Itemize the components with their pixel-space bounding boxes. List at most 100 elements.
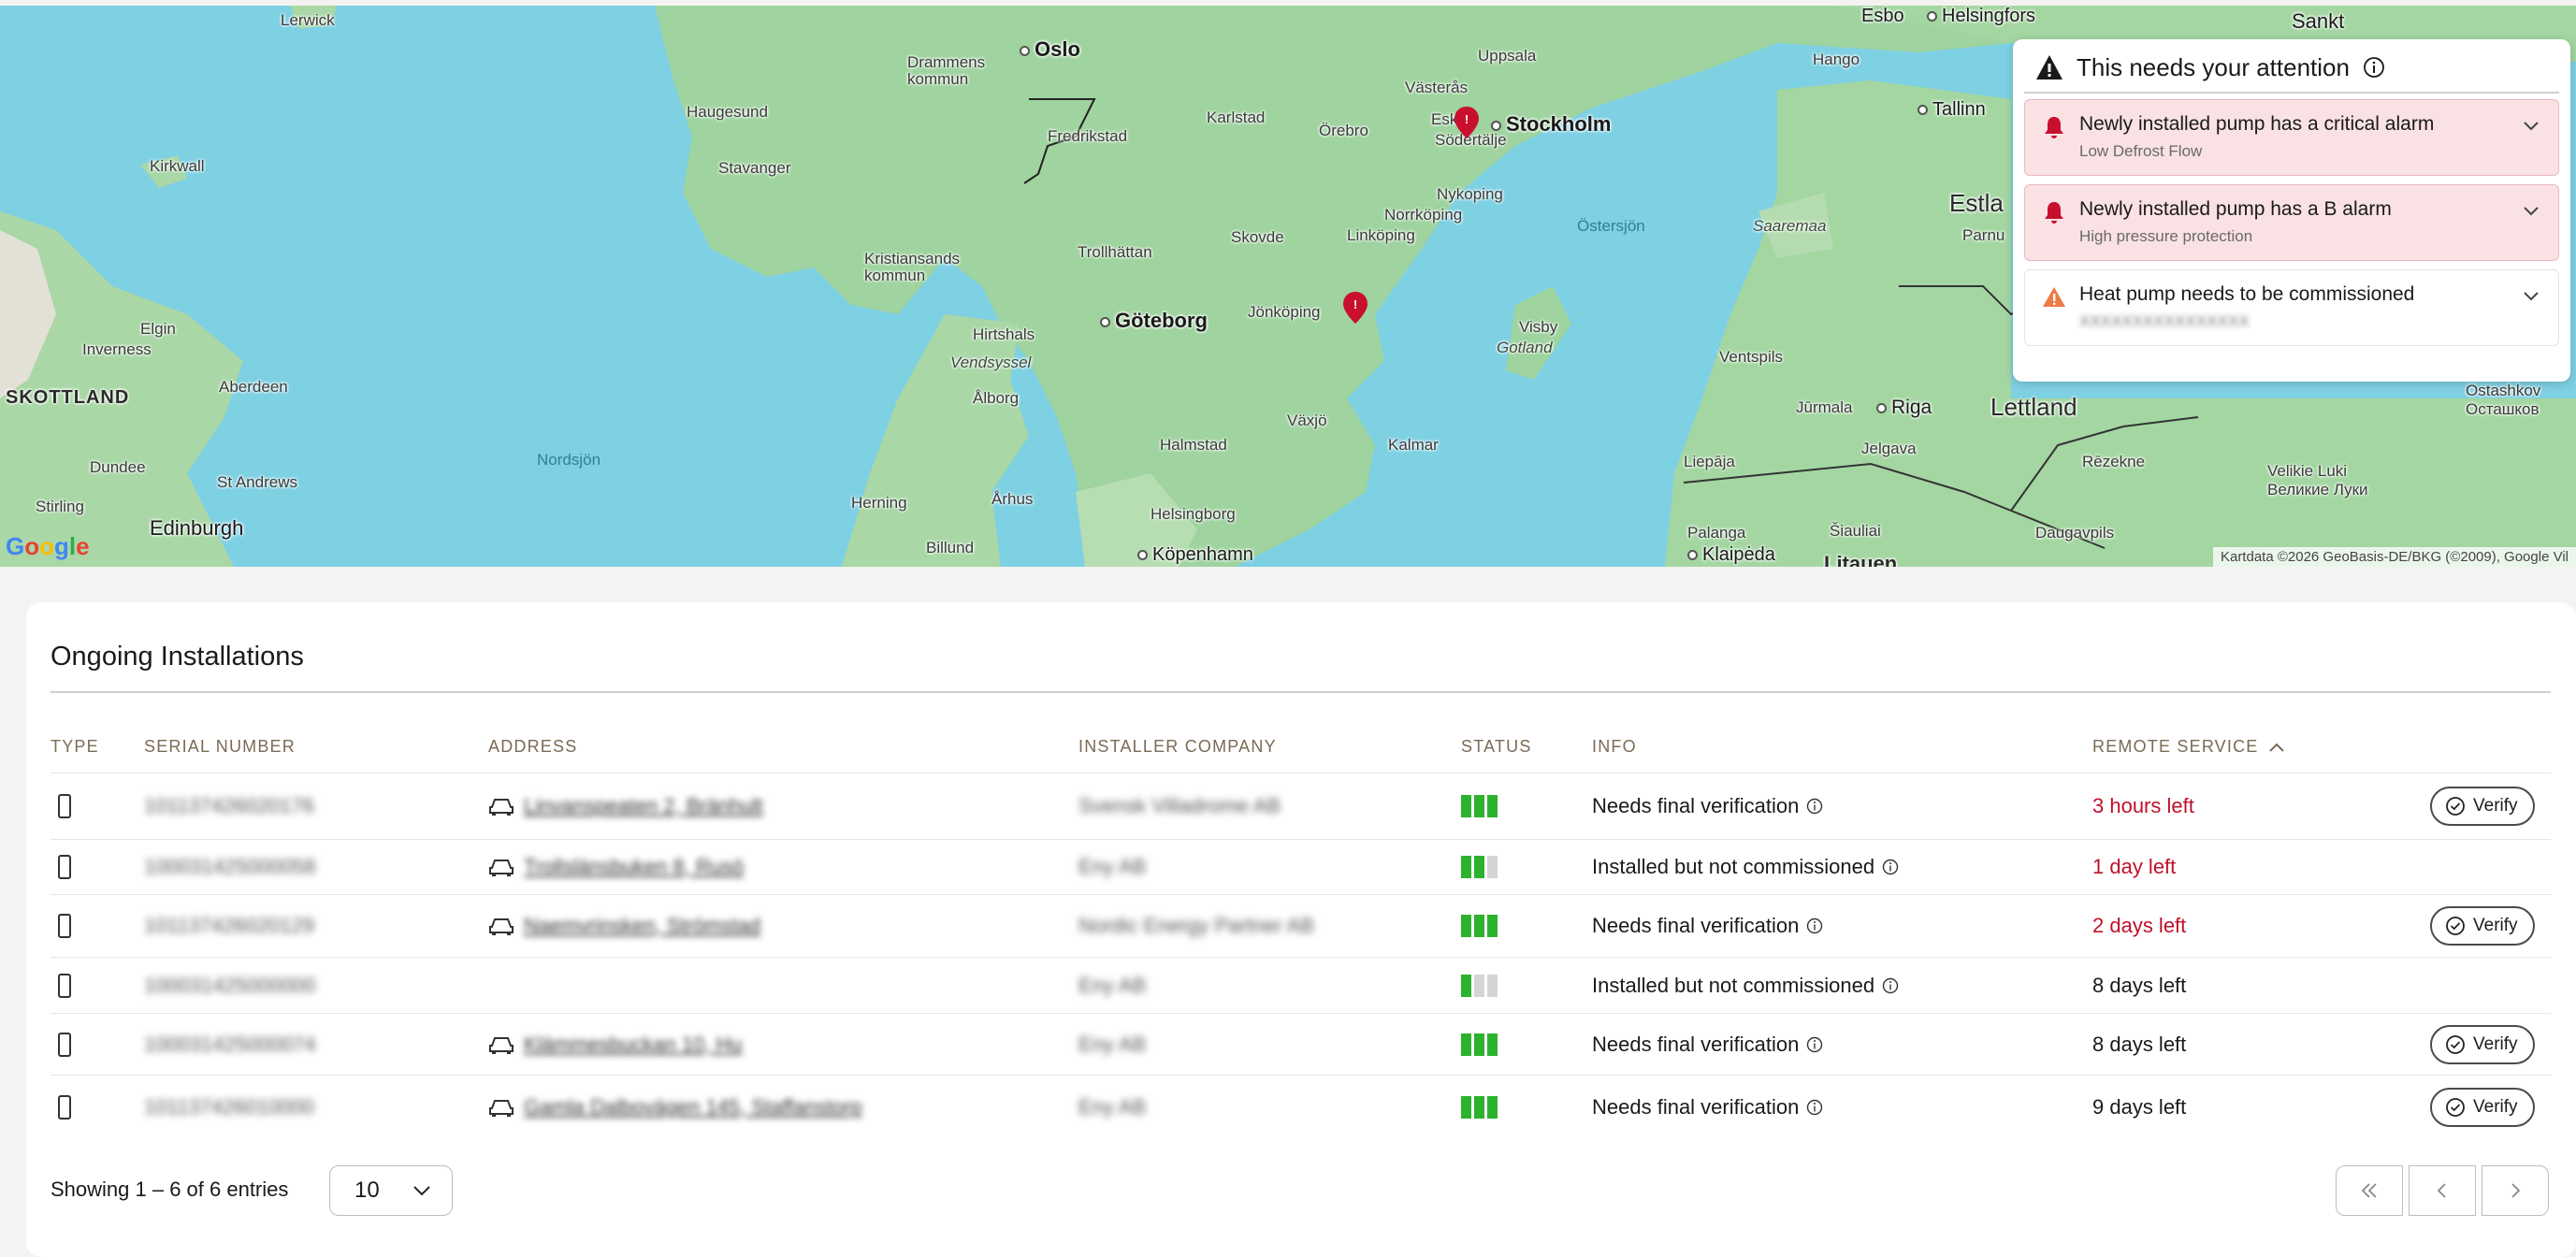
col-info[interactable]: INFO xyxy=(1592,737,1637,757)
info-icon[interactable] xyxy=(2363,56,2385,79)
verify-button[interactable]: Verify xyxy=(2430,906,2535,946)
status-bar-segment xyxy=(1461,974,1471,997)
address-link[interactable]: Klämmesbuckan 10, Hu xyxy=(524,1033,743,1057)
map-label-skovde: Skovde xyxy=(1231,228,1284,246)
info-text: Needs final verification xyxy=(1592,1094,1800,1119)
map-label-trollhattan: Trollhättan xyxy=(1078,243,1152,261)
verify-button[interactable]: Verify xyxy=(2430,1024,2535,1064)
check-circle-icon xyxy=(2446,1097,2465,1117)
table-row[interactable]: 100031425000000 Eny AB Installed but not c… xyxy=(51,957,2551,1013)
status-bar-segment xyxy=(1474,1033,1484,1056)
bell-icon xyxy=(2045,117,2063,138)
info-icon[interactable] xyxy=(1806,917,1823,934)
map-label-estland: Estla xyxy=(1949,189,2004,217)
phone-device-icon xyxy=(58,1094,71,1120)
info-text: Installed but not commissioned xyxy=(1592,973,1875,997)
map-label-linkoping: Linköping xyxy=(1347,226,1415,244)
info-icon[interactable] xyxy=(1806,1036,1823,1053)
map-label-vasteras: Västerås xyxy=(1405,79,1469,96)
map-attribution[interactable]: Kartdata ©2026 GeoBasis-DE/BKG (©2009), … xyxy=(2212,547,2576,567)
info-icon[interactable] xyxy=(1806,1099,1823,1116)
serial-number: 100031425000058 xyxy=(144,855,316,878)
address-link[interactable]: Linvanspeaten 2, Bränhult xyxy=(524,794,763,818)
bell-icon xyxy=(2045,202,2063,224)
map-label-dundee: Dundee xyxy=(90,458,146,476)
installer-company: Svensk Villadrome AB xyxy=(1078,794,1281,817)
remote-service-time: 9 days left xyxy=(2092,1094,2187,1119)
map-label-saaremaa: Saaremaa xyxy=(1753,217,1827,235)
table-row[interactable]: 100031425000058 Trollslänsbuken 8, Rusö En… xyxy=(51,839,2551,894)
action-cell: Verify xyxy=(2430,787,2535,826)
next-page-button[interactable] xyxy=(2482,1165,2549,1216)
status-bar-segment xyxy=(1461,856,1471,878)
action-cell: Verify xyxy=(2430,1087,2535,1127)
double-chevron-left-icon xyxy=(2361,1183,2377,1198)
address-link[interactable]: Trollslänsbuken 8, Rusö xyxy=(524,855,744,879)
col-remote-service[interactable]: REMOTE SERVICE xyxy=(2092,737,2285,757)
phone-device-icon xyxy=(58,973,71,998)
svg-text:!: ! xyxy=(1465,112,1469,126)
map-label-karlstad: Karlstad xyxy=(1207,108,1266,126)
serial-number: 101137426020129 xyxy=(144,914,314,937)
col-status[interactable]: STATUS xyxy=(1461,737,1532,757)
serial-number: 101137426010000 xyxy=(144,1094,314,1119)
status-bar-segment xyxy=(1474,915,1484,937)
chevron-down-icon[interactable] xyxy=(2523,121,2540,132)
first-page-button[interactable] xyxy=(2336,1165,2403,1216)
table-row[interactable]: 100031425000074 Klämmesbuckan 10, Hu Eny A… xyxy=(51,1013,2551,1075)
status-bar-segment xyxy=(1474,974,1484,997)
table-row[interactable]: 101137426010000 Gamla Dalbovägen 145, Sta… xyxy=(51,1075,2551,1138)
map-label-riga: Riga xyxy=(1876,397,1932,419)
map-label-vaxjo: Växjö xyxy=(1287,412,1327,429)
map-label-fredrikstad: Fredrikstad xyxy=(1048,127,1128,145)
col-remote-service-label: REMOTE SERVICE xyxy=(2092,737,2259,756)
map-alarm-pin[interactable]: ! xyxy=(1454,107,1479,138)
col-address[interactable]: ADDRESS xyxy=(488,737,577,757)
map-label-herning: Herning xyxy=(851,494,907,512)
chevron-down-icon[interactable] xyxy=(2523,206,2540,217)
info-icon[interactable] xyxy=(1806,798,1823,815)
warning-icon xyxy=(2036,55,2062,79)
map-label-kopenhamn: Köpenhamn xyxy=(1137,544,1253,566)
verify-label: Verify xyxy=(2473,1096,2518,1117)
info-icon[interactable] xyxy=(1882,977,1899,994)
check-circle-icon xyxy=(2446,1034,2465,1054)
table-row[interactable]: 101137426020176 Linvanspeaten 2, Bränhult… xyxy=(51,773,2551,839)
verify-button[interactable]: Verify xyxy=(2430,1087,2535,1127)
status-bar-segment xyxy=(1487,795,1498,817)
table-row[interactable]: 101137426020129 Naemvrinsken, Strömstad No… xyxy=(51,894,2551,957)
status-bars xyxy=(1461,1095,1498,1119)
alert-item-critical-alarm[interactable]: Newly installed pump has a critical alar… xyxy=(2024,99,2559,176)
page-size-select[interactable]: 10 xyxy=(329,1165,453,1216)
alert-item-b-alarm[interactable]: Newly installed pump has a B alarm High … xyxy=(2024,184,2559,261)
page-size-value: 10 xyxy=(355,1178,380,1203)
sort-asc-icon[interactable] xyxy=(2268,742,2285,753)
status-bar-segment xyxy=(1461,1095,1471,1119)
map-label-jurmala: Jūrmala xyxy=(1796,398,1853,416)
verify-button[interactable]: Verify xyxy=(2430,787,2535,826)
address-cell: Trollslänsbuken 8, Rusö xyxy=(488,855,744,879)
alert-item-commission[interactable]: Heat pump needs to be commissioned XXXXX… xyxy=(2024,269,2559,346)
car-icon xyxy=(489,918,514,935)
map-label-rezekne: Rēzekne xyxy=(2082,453,2146,470)
info-cell: Needs final verification xyxy=(1592,1033,1823,1057)
divider xyxy=(51,691,2551,693)
map-label-liepaja: Liepāja xyxy=(1684,453,1735,470)
col-installer-company[interactable]: INSTALLER COMPANY xyxy=(1078,737,1277,757)
map-alarm-pin[interactable]: ! xyxy=(1343,292,1368,324)
status-bars xyxy=(1461,915,1498,937)
info-icon[interactable] xyxy=(1882,859,1899,875)
status-bar-segment xyxy=(1461,795,1471,817)
map-label-standrews: St Andrews xyxy=(217,473,297,491)
address-link[interactable]: Naemvrinsken, Strömstad xyxy=(524,914,760,938)
info-cell: Installed but not commissioned xyxy=(1592,974,1899,998)
action-cell: Verify xyxy=(2430,1024,2535,1064)
map-label-orebro: Örebro xyxy=(1319,122,1368,139)
chevron-down-icon[interactable] xyxy=(2523,291,2540,302)
car-icon xyxy=(489,1099,514,1117)
prev-page-button[interactable] xyxy=(2409,1165,2476,1216)
col-serial-number[interactable]: SERIAL NUMBER xyxy=(144,737,296,757)
status-bar-segment xyxy=(1487,1033,1498,1056)
address-link[interactable]: Gamla Dalbovägen 145, Staffanstorp xyxy=(524,1095,862,1120)
status-bars xyxy=(1461,974,1498,997)
